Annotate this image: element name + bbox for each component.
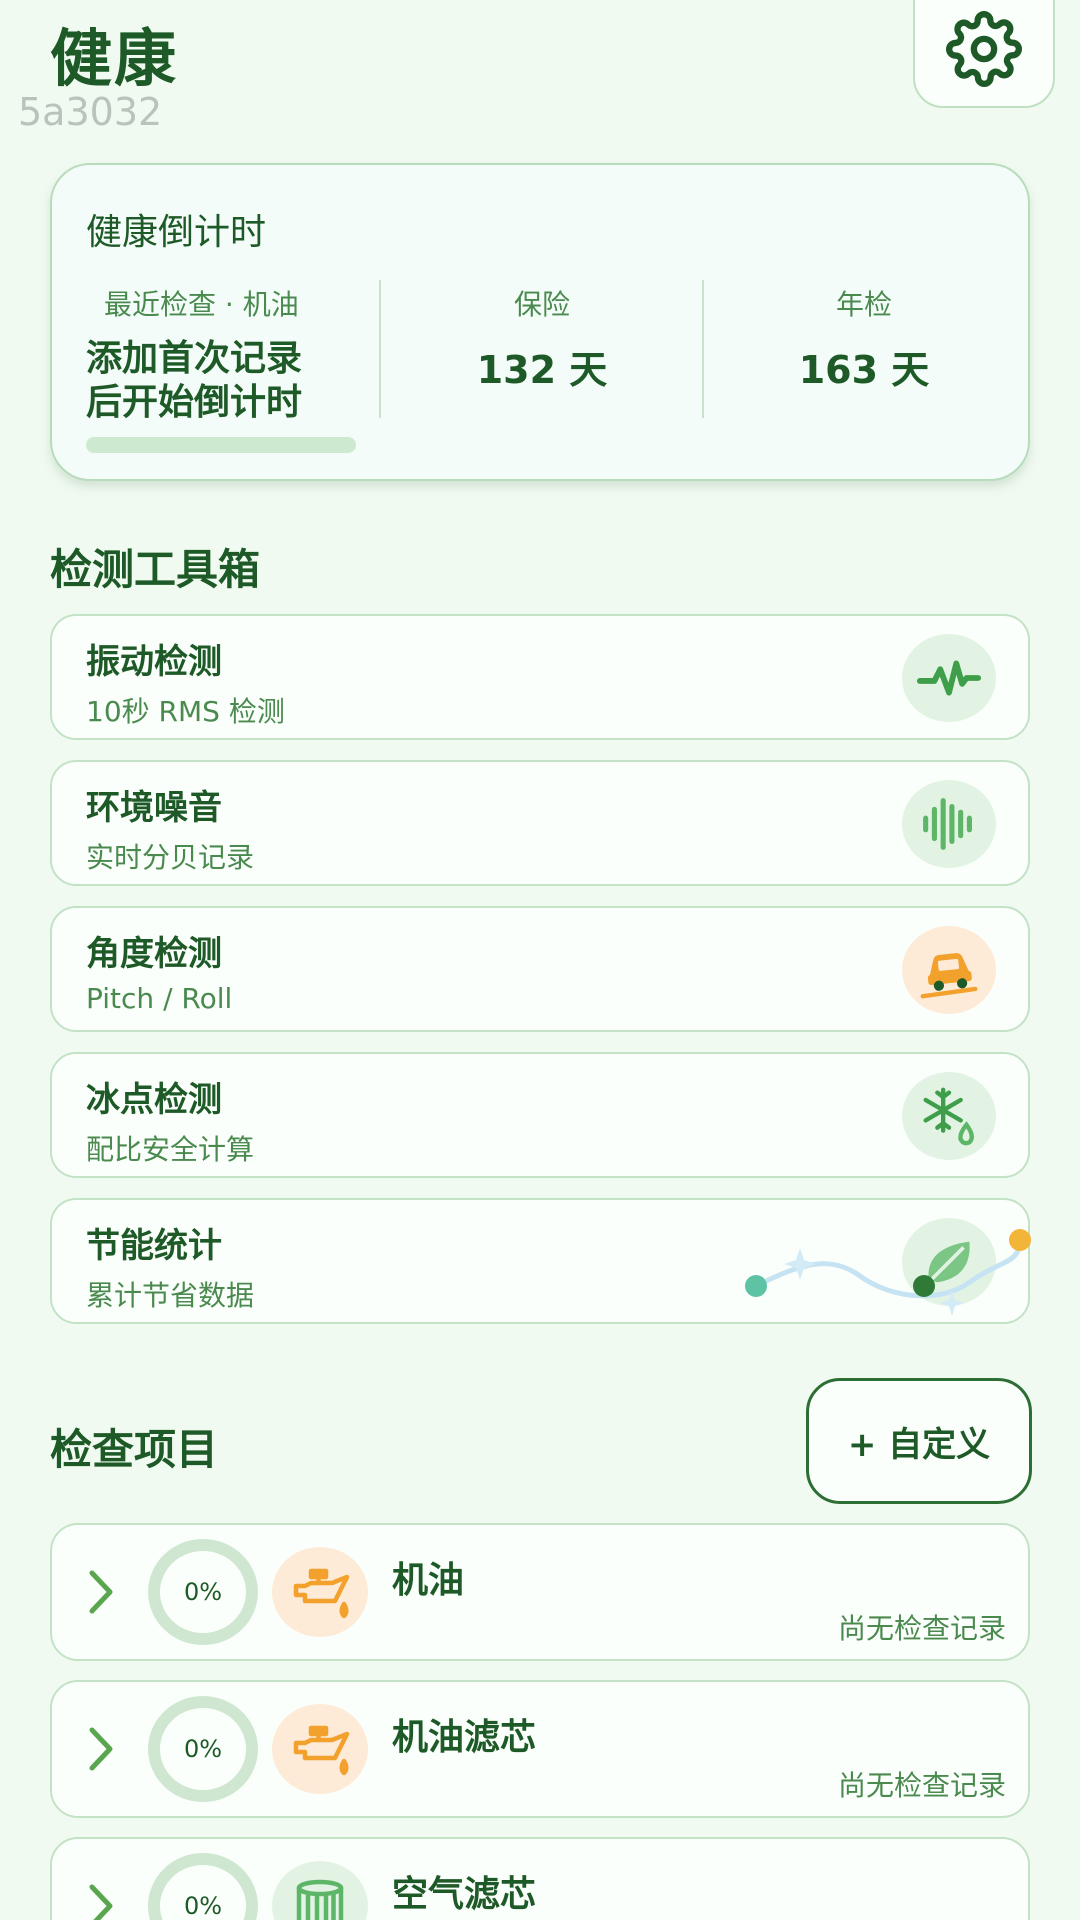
recent-check-hint-line2: 后开始倒计时 (86, 382, 303, 423)
check-item-status: 尚无检查记录 (837, 1769, 1006, 1802)
tool-name: 冰点检测 (86, 1080, 222, 1120)
tool-subtitle: 10秒 RMS 检测 (86, 695, 285, 728)
countdown-divider (379, 280, 381, 418)
tool-card-freezing-point[interactable]: 冰点检测 配比安全计算 (50, 1052, 1030, 1178)
tool-subtitle: 累计节省数据 (86, 1279, 255, 1312)
tool-name: 振动检测 (86, 642, 222, 682)
chevron-right-icon[interactable] (82, 1724, 122, 1774)
recent-check-progress-bar (86, 437, 356, 453)
progress-value: 0% (183, 1735, 223, 1763)
tool-name: 节能统计 (86, 1226, 222, 1266)
check-card-oil-filter[interactable]: 0% 机油滤芯 尚无检查记录 (50, 1680, 1030, 1818)
page-title: 健康 (50, 22, 179, 95)
check-item-name: 机油 (392, 1560, 465, 1601)
tool-subtitle: 配比安全计算 (86, 1133, 255, 1166)
check-icon-badge (272, 1861, 368, 1920)
check-icon-badge (272, 1547, 368, 1637)
annual-inspection-label: 年检 (835, 288, 892, 321)
recent-check-column: 最近检查 · 机油 添加首次记录 后开始倒计时 (86, 283, 366, 425)
add-custom-check-button[interactable]: + 自定义 (806, 1378, 1032, 1504)
gear-icon (946, 11, 1022, 87)
recent-check-label: 最近检查 · 机油 (104, 288, 299, 321)
vibration-wave-icon (916, 660, 982, 696)
annual-inspection-value: 163 天 (798, 348, 930, 392)
build-id: 5a3032 (18, 90, 163, 134)
sound-wave-icon (923, 798, 972, 850)
tool-icon-badge (902, 1072, 996, 1160)
countdown-title: 健康倒计时 (86, 212, 267, 253)
progress-ring: 0% (148, 1696, 258, 1802)
settings-button[interactable] (913, 0, 1055, 108)
check-icon-badge (272, 1704, 368, 1794)
tool-name: 角度检测 (86, 934, 222, 974)
tool-icon-badge (902, 780, 996, 868)
progress-ring: 0% (148, 1539, 258, 1645)
toolbox-title: 检测工具箱 (50, 545, 261, 594)
check-item-status: 尚无检查记录 (837, 1612, 1006, 1645)
chevron-right-icon[interactable] (82, 1567, 122, 1617)
car-tilt-icon (920, 953, 978, 999)
annual-inspection-column: 年检 163 天 (704, 283, 1024, 394)
health-countdown-card[interactable]: 健康倒计时 最近检查 · 机油 添加首次记录 后开始倒计时 保险 132 天 年… (50, 163, 1030, 481)
check-item-name: 空气滤芯 (392, 1874, 537, 1915)
oil-can-icon (293, 1568, 350, 1619)
tool-icon-badge (902, 634, 996, 722)
recent-check-hint-line1: 添加首次记录 (86, 338, 303, 379)
tool-subtitle: Pitch / Roll (86, 982, 233, 1015)
recent-check-hint: 添加首次记录 后开始倒计时 (86, 337, 366, 425)
progress-ring: 0% (148, 1853, 258, 1920)
check-item-name: 机油滤芯 (392, 1717, 537, 1758)
progress-value: 0% (183, 1892, 223, 1920)
check-card-engine-oil[interactable]: 0% 机油 尚无检查记录 (50, 1523, 1030, 1661)
check-items-title: 检查项目 (50, 1425, 219, 1474)
tool-card-angle[interactable]: 角度检测 Pitch / Roll (50, 906, 1030, 1032)
tool-card-vibration[interactable]: 振动检测 10秒 RMS 检测 (50, 614, 1030, 740)
tool-name: 环境噪音 (86, 788, 222, 828)
chevron-right-icon[interactable] (82, 1881, 122, 1920)
air-filter-icon (296, 1879, 344, 1920)
snowflake-drop-icon (923, 1087, 974, 1146)
progress-value: 0% (183, 1578, 223, 1606)
tool-icon-badge (902, 926, 996, 1014)
check-card-air-filter[interactable]: 0% 空气滤芯 (50, 1837, 1030, 1920)
insurance-value: 132 天 (476, 348, 608, 392)
tool-card-noise[interactable]: 环境噪音 实时分贝记录 (50, 760, 1030, 886)
insurance-column: 保险 132 天 (382, 283, 702, 394)
insurance-label: 保险 (513, 288, 570, 321)
oil-can-icon (293, 1725, 350, 1776)
energy-trend-decoration (745, 1229, 1031, 1316)
tool-subtitle: 实时分贝记录 (86, 841, 255, 874)
